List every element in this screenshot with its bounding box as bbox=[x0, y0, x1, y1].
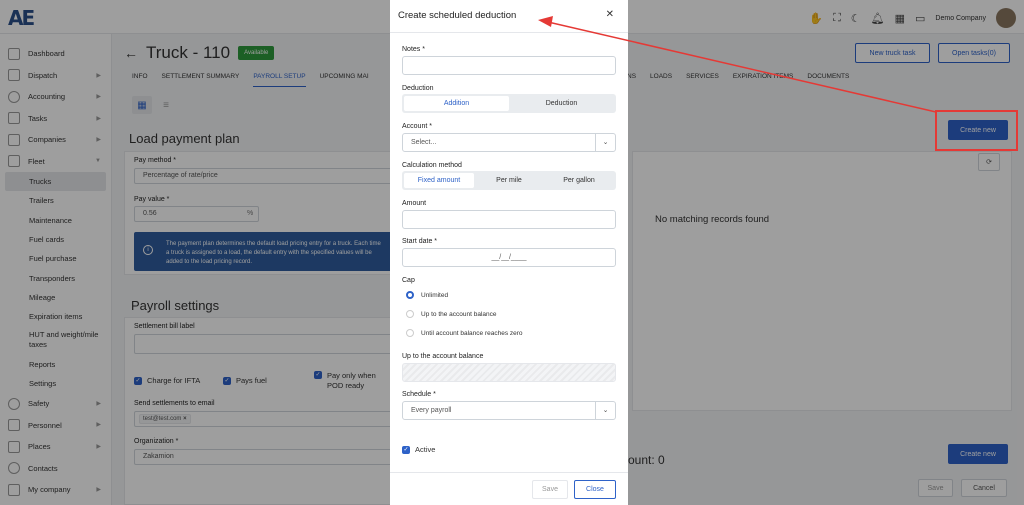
chevron-down-icon: ⌄ bbox=[595, 402, 615, 419]
cap-unlimited-radio[interactable]: Unlimited bbox=[406, 291, 448, 299]
modal-close-button[interactable]: Close bbox=[574, 480, 616, 499]
amount-input[interactable] bbox=[402, 210, 616, 229]
calc-method-label: Calculation method bbox=[402, 162, 462, 169]
per-gallon-option[interactable]: Per gallon bbox=[544, 173, 614, 188]
account-label: Account * bbox=[402, 123, 432, 130]
modal-save-button[interactable]: Save bbox=[532, 480, 568, 499]
up-to-balance-label: Up to the account balance bbox=[402, 353, 484, 360]
close-icon[interactable]: ✕ bbox=[606, 9, 614, 20]
deduction-option[interactable]: Deduction bbox=[509, 96, 614, 111]
deduction-toggle: Addition Deduction bbox=[402, 94, 616, 113]
up-to-balance-input bbox=[402, 363, 616, 382]
deduction-label: Deduction bbox=[402, 85, 434, 92]
active-checkbox[interactable]: ✓ Active bbox=[402, 445, 435, 454]
modal-divider bbox=[390, 32, 628, 33]
schedule-select[interactable]: Every payroll ⌄ bbox=[402, 401, 616, 420]
account-select[interactable]: Select... ⌄ bbox=[402, 133, 616, 152]
check-icon: ✓ bbox=[402, 445, 410, 454]
create-deduction-modal: Create scheduled deduction ✕ Notes * Ded… bbox=[390, 0, 628, 505]
addition-option[interactable]: Addition bbox=[404, 96, 509, 111]
radio-selected-icon bbox=[406, 291, 414, 299]
start-date-input[interactable]: __/__/____ bbox=[402, 248, 616, 267]
annotation-highlight-box bbox=[935, 110, 1018, 151]
start-date-label: Start date * bbox=[402, 238, 438, 245]
calc-method-toggle: Fixed amount Per mile Per gallon bbox=[402, 171, 616, 190]
cap-label: Cap bbox=[402, 277, 415, 284]
per-mile-option[interactable]: Per mile bbox=[474, 173, 544, 188]
amount-label: Amount bbox=[402, 200, 427, 207]
notes-label: Notes * bbox=[402, 46, 425, 53]
schedule-label: Schedule * bbox=[402, 391, 436, 398]
chevron-down-icon: ⌄ bbox=[595, 134, 615, 151]
cap-up-to-balance-radio[interactable]: Up to the account balance bbox=[406, 310, 497, 318]
cap-until-zero-radio[interactable]: Until account balance reaches zero bbox=[406, 329, 523, 337]
radio-icon bbox=[406, 310, 414, 318]
modal-footer bbox=[390, 472, 628, 473]
fixed-amount-option[interactable]: Fixed amount bbox=[404, 173, 474, 188]
modal-title: Create scheduled deduction bbox=[398, 10, 517, 21]
radio-icon bbox=[406, 329, 414, 337]
notes-input[interactable] bbox=[402, 56, 616, 75]
